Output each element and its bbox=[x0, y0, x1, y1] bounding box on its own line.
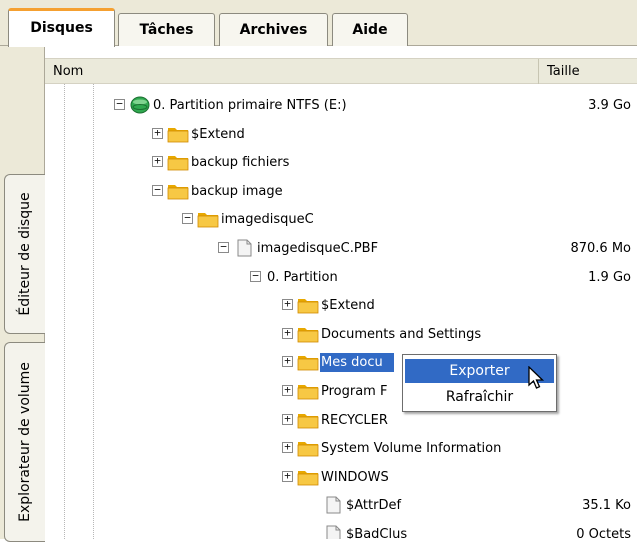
expand-icon[interactable]: + bbox=[282, 384, 293, 396]
tree-item-label[interactable]: 0. Partition primaire NTFS (E:) bbox=[152, 96, 348, 115]
column-size[interactable]: Taille bbox=[538, 59, 637, 84]
folder-icon bbox=[297, 325, 319, 343]
folder-icon bbox=[297, 296, 319, 314]
top-tab-bar: Disques Tâches Archives Aide bbox=[0, 0, 637, 47]
tree-item-label[interactable]: 0. Partition bbox=[266, 268, 339, 287]
tree-item-label[interactable]: WINDOWS bbox=[320, 468, 390, 487]
expand-icon[interactable]: + bbox=[152, 155, 163, 167]
tree-item-label[interactable]: Program F bbox=[320, 382, 388, 401]
tree-row[interactable]: + Documents and Settings bbox=[45, 320, 637, 348]
tree-item-label[interactable]: RECYCLER bbox=[320, 411, 389, 430]
mouse-cursor-icon bbox=[528, 366, 545, 389]
tab-taches[interactable]: Tâches bbox=[118, 13, 215, 46]
size-value: 870.6 Mo bbox=[570, 241, 631, 256]
side-tab-bar: Éditeur de disque Explorateur de volume bbox=[0, 46, 45, 542]
tree-row[interactable]: − backup image bbox=[45, 177, 637, 205]
tree-row[interactable]: $AttrDef 35.1 Ko bbox=[45, 491, 637, 519]
column-header: Nom Taille bbox=[45, 58, 637, 84]
collapse-icon[interactable]: − bbox=[114, 98, 125, 110]
tab-aide[interactable]: Aide bbox=[332, 13, 408, 46]
tree-item-label[interactable]: $AttrDef bbox=[345, 496, 402, 515]
tree-item-label[interactable]: Mes docu bbox=[320, 353, 394, 372]
tree-item-label[interactable]: imagedisqueC bbox=[220, 210, 315, 229]
expand-icon[interactable]: + bbox=[282, 441, 293, 453]
expand-icon[interactable]: + bbox=[282, 298, 293, 310]
collapse-icon[interactable]: − bbox=[218, 241, 229, 253]
collapse-icon[interactable]: − bbox=[182, 212, 193, 224]
expand-icon[interactable]: + bbox=[282, 355, 293, 367]
tree-row[interactable]: + WINDOWS bbox=[45, 463, 637, 491]
folder-icon bbox=[167, 182, 189, 200]
tree-row[interactable]: $BadClus 0 Octets bbox=[45, 520, 637, 539]
folder-icon bbox=[297, 382, 319, 400]
tree-item-label[interactable]: backup image bbox=[190, 182, 284, 201]
tab-archives[interactable]: Archives bbox=[219, 13, 328, 46]
tree-item-label[interactable]: backup fichiers bbox=[190, 153, 290, 172]
tree-row[interactable]: − imagedisqueC.PBF 870.6 Mo bbox=[45, 234, 637, 262]
file-icon bbox=[233, 239, 255, 257]
tree-row[interactable]: + $Extend bbox=[45, 291, 637, 319]
size-value: 0 Octets bbox=[576, 527, 631, 539]
expand-icon[interactable]: + bbox=[282, 470, 293, 482]
file-icon bbox=[322, 496, 344, 514]
tree-item-label[interactable]: Documents and Settings bbox=[320, 325, 482, 344]
tab-volume-explorer[interactable]: Explorateur de volume bbox=[4, 342, 45, 542]
collapse-icon[interactable]: − bbox=[152, 184, 163, 196]
folder-icon bbox=[167, 153, 189, 171]
tab-volume-explorer-label: Explorateur de volume bbox=[17, 362, 33, 522]
tree-row[interactable]: − 0. Partition primaire NTFS (E:) 3.9 Go bbox=[45, 91, 637, 119]
tab-disk-editor-label: Éditeur de disque bbox=[17, 192, 33, 316]
folder-icon bbox=[167, 125, 189, 143]
tree-item-label[interactable]: imagedisqueC.PBF bbox=[256, 239, 379, 258]
folder-icon bbox=[297, 439, 319, 457]
folder-icon bbox=[297, 411, 319, 429]
tree-item-label[interactable]: $Extend bbox=[190, 125, 246, 144]
tree-view: Nom Taille − 0. Partition primaire NTFS (… bbox=[45, 46, 637, 539]
tree-item-label[interactable]: $BadClus bbox=[345, 525, 408, 539]
tree-row[interactable]: + $Extend bbox=[45, 120, 637, 148]
disk-icon bbox=[129, 96, 151, 114]
tree-row[interactable]: + backup fichiers bbox=[45, 148, 637, 176]
folder-icon bbox=[297, 353, 319, 371]
tree-item-label[interactable]: System Volume Information bbox=[320, 439, 502, 458]
column-name[interactable]: Nom bbox=[45, 59, 538, 84]
file-icon bbox=[322, 525, 344, 539]
tree-row[interactable]: − imagedisqueC bbox=[45, 205, 637, 233]
tree-row[interactable]: −0. Partition 1.9 Go bbox=[45, 263, 637, 291]
folder-icon bbox=[197, 210, 219, 228]
size-value: 1.9 Go bbox=[588, 270, 631, 285]
folder-icon bbox=[297, 468, 319, 486]
collapse-icon[interactable]: − bbox=[250, 270, 261, 282]
tree-row[interactable]: + System Volume Information bbox=[45, 434, 637, 462]
size-value: 35.1 Ko bbox=[582, 498, 631, 513]
expand-icon[interactable]: + bbox=[282, 413, 293, 425]
size-value: 3.9 Go bbox=[588, 98, 631, 113]
tab-disques[interactable]: Disques bbox=[8, 8, 115, 47]
tab-disk-editor[interactable]: Éditeur de disque bbox=[4, 174, 45, 334]
tree-item-label[interactable]: $Extend bbox=[320, 296, 376, 315]
expand-icon[interactable]: + bbox=[152, 127, 163, 139]
expand-icon[interactable]: + bbox=[282, 327, 293, 339]
